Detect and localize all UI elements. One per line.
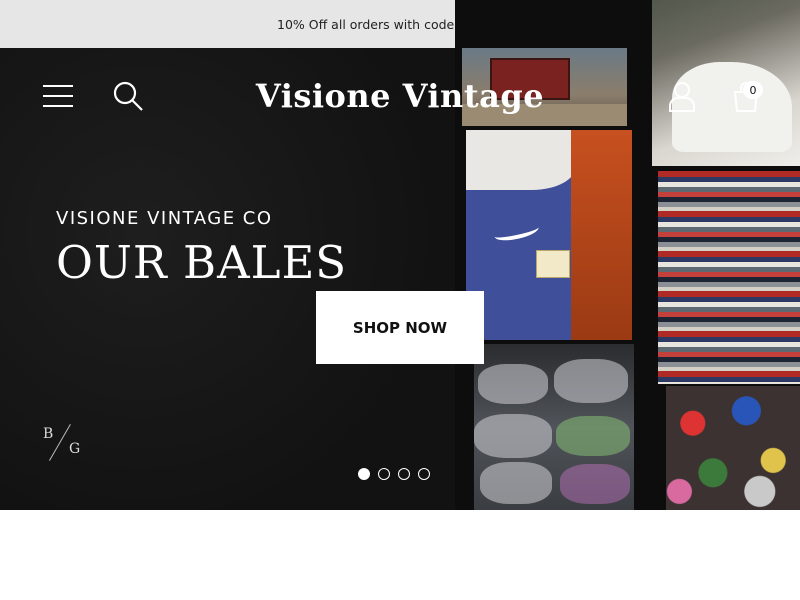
collage-photo-stacked-shirts [658, 171, 800, 384]
menu-icon[interactable] [40, 78, 76, 114]
account-icon[interactable] [664, 78, 700, 114]
collage-photo-clothes-pile [666, 386, 800, 510]
slide-dot-1[interactable] [358, 468, 370, 480]
page-content-below [0, 510, 800, 600]
monogram-letter-right: G [69, 441, 81, 457]
collage-photo-bales [474, 344, 634, 510]
shop-now-button[interactable]: SHOP NOW [316, 291, 484, 364]
hero-eyebrow: VISIONE VINTAGE CO [56, 208, 273, 229]
cart-count-badge: 0 [743, 81, 763, 99]
monogram-logo: B G [40, 424, 84, 464]
slide-dot-3[interactable] [398, 468, 410, 480]
hero-title: OUR BALES [56, 236, 348, 289]
site-logo[interactable]: Visione Vintage [200, 74, 600, 118]
slide-dot-2[interactable] [378, 468, 390, 480]
collage-photo-tees [466, 130, 632, 340]
search-icon[interactable] [110, 78, 146, 114]
monogram-letter-left: B [43, 426, 54, 442]
slideshow-pagination [358, 468, 430, 480]
slide-dot-4[interactable] [418, 468, 430, 480]
